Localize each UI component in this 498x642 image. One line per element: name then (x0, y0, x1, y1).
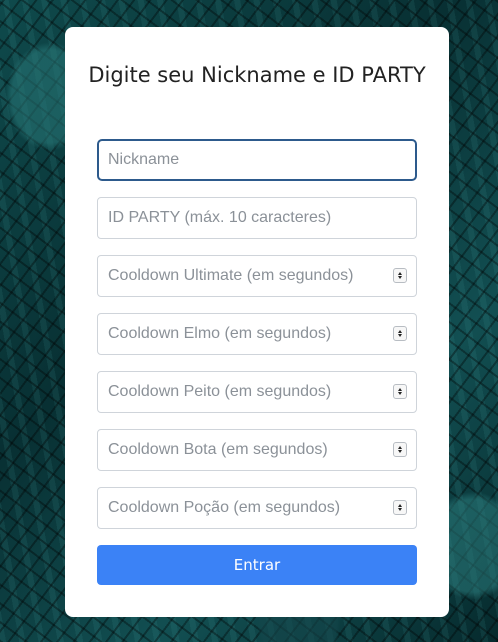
cooldown-elmo-input[interactable] (97, 313, 417, 355)
party-id-input[interactable] (97, 197, 417, 239)
cooldown-ultimate-field (97, 255, 417, 297)
cooldown-pocao-stepper-icon[interactable] (393, 500, 407, 515)
cooldown-elmo-stepper-icon[interactable] (393, 326, 407, 341)
cooldown-peito-input[interactable] (97, 371, 417, 413)
cooldown-peito-stepper-icon[interactable] (393, 384, 407, 399)
cooldown-bota-stepper-icon[interactable] (393, 442, 407, 457)
form-title: Digite seu Nickname e ID PARTY (88, 63, 426, 87)
nickname-input[interactable] (97, 139, 417, 181)
cooldown-ultimate-stepper-icon[interactable] (393, 268, 407, 283)
login-card: Digite seu Nickname e ID PARTY Entrar (65, 27, 449, 617)
cooldown-bota-input[interactable] (97, 429, 417, 471)
cooldown-ultimate-input[interactable] (97, 255, 417, 297)
cooldown-bota-field (97, 429, 417, 471)
cooldown-pocao-field (97, 487, 417, 529)
enter-button[interactable]: Entrar (97, 545, 417, 585)
cooldown-pocao-input[interactable] (97, 487, 417, 529)
cooldown-elmo-field (97, 313, 417, 355)
cooldown-peito-field (97, 371, 417, 413)
